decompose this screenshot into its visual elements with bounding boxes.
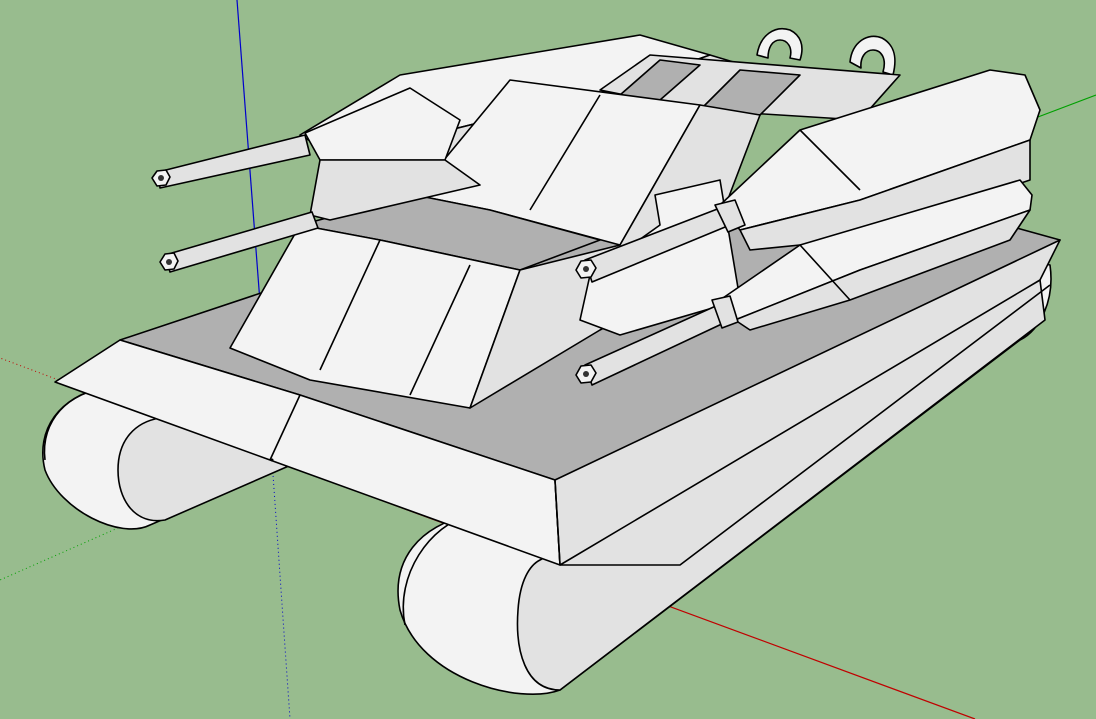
barrel-left-upper[interactable] [151, 134, 311, 189]
scene-canvas[interactable] [0, 0, 1096, 719]
axis-origin [270, 458, 274, 462]
modeling-viewport[interactable] [0, 0, 1096, 719]
green-axis [1029, 94, 1096, 121]
blue-axis-negative [271, 459, 291, 719]
